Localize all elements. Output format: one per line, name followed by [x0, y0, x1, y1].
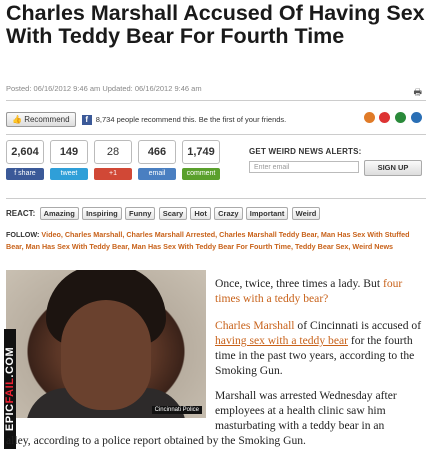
tweet-button[interactable]: tweet [50, 168, 88, 180]
alerts-title: GET WEIRD NEWS ALERTS: [249, 147, 362, 156]
stumble-icon[interactable] [395, 112, 407, 123]
gplus-button[interactable]: +1 [94, 168, 132, 180]
react-crazy-button[interactable]: Crazy [214, 207, 243, 220]
follow-label: FOLLOW: [6, 230, 40, 239]
article-headline: Charles Marshall Accused Of Having Sex W… [6, 1, 425, 48]
facebook-count: 2,604 [6, 140, 44, 164]
paragraph-2: Charles Marshall of Cincinnati is accuse… [215, 318, 425, 378]
react-bar: REACT: Amazing Inspiring Funny Scary Hot… [6, 207, 430, 220]
react-label: REACT: [6, 209, 36, 218]
digg-icon[interactable] [379, 112, 391, 123]
recommend-label: Recommend [24, 115, 70, 124]
paragraph-1: Once, twice, three times a lady. But fou… [215, 276, 425, 306]
post-timestamp: Posted: 06/16/2012 9:46 am Updated: 06/1… [6, 84, 202, 93]
alerts-email-input[interactable]: Enter email [249, 161, 359, 173]
more-share-icon[interactable] [411, 112, 422, 123]
photo-face [61, 300, 151, 410]
facebook-icon: f [81, 114, 92, 125]
twitter-count: 149 [50, 140, 88, 164]
p2-text-a: of Cincinnati is accused of [294, 319, 422, 332]
print-icon[interactable]: 🖶 [414, 85, 423, 101]
p2-link[interactable]: having sex with a teddy bear [215, 334, 348, 347]
react-weird-button[interactable]: Weird [291, 207, 321, 220]
facebook-share-button[interactable]: f share [6, 168, 44, 180]
watermark-com: .COM [4, 346, 16, 378]
react-scary-button[interactable]: Scary [158, 207, 188, 220]
google-count: 28 [94, 140, 132, 164]
signup-button[interactable]: SIGN UP [364, 160, 422, 176]
recommend-bar: 👍 Recommend f 8,734 people recommend thi… [6, 112, 426, 130]
react-amazing-button[interactable]: Amazing [39, 207, 79, 220]
recommend-count-text: 8,734 people recommend this. Be the firs… [95, 115, 287, 124]
p2-name-link[interactable]: Charles Marshall [215, 319, 295, 332]
watermark-fail: FAIL [4, 377, 16, 404]
paragraph-3-continued: alley, according to a police report obta… [6, 433, 426, 448]
react-inspiring-button[interactable]: Inspiring [82, 207, 122, 220]
follow-tag-links[interactable]: Video, Charles Marshall, Charles Marshal… [6, 230, 410, 251]
p1-text: Once, twice, three times a lady. But [215, 277, 383, 290]
react-funny-button[interactable]: Funny [124, 207, 156, 220]
divider [6, 134, 426, 135]
follow-tags: FOLLOW: Video, Charles Marshall, Charles… [6, 229, 424, 252]
comment-count: 1,749 [182, 140, 220, 164]
react-hot-button[interactable]: Hot [190, 207, 211, 220]
photo-caption: Cincinnati Police [151, 406, 202, 414]
thumbs-up-icon: 👍 [12, 115, 22, 124]
comment-button[interactable]: comment [182, 168, 220, 180]
p3-text-b: alley, according to a police report obta… [6, 434, 306, 447]
paragraph-3: Marshall was arrested Wednesday after em… [215, 388, 425, 433]
share-icons [362, 112, 422, 123]
epicfail-watermark: EPICFAIL.COM [4, 329, 16, 449]
divider [6, 100, 426, 101]
email-count: 466 [138, 140, 176, 164]
divider [6, 198, 426, 199]
p3-text-a: Marshall was arrested Wednesday after em… [215, 389, 397, 432]
email-share-button[interactable]: email [138, 168, 176, 180]
recommend-button[interactable]: 👍 Recommend [6, 112, 76, 127]
watermark-epic: EPIC [4, 403, 16, 432]
react-important-button[interactable]: Important [245, 207, 289, 220]
mugshot-photo: Cincinnati Police [6, 270, 206, 418]
reddit-icon[interactable] [363, 112, 375, 123]
